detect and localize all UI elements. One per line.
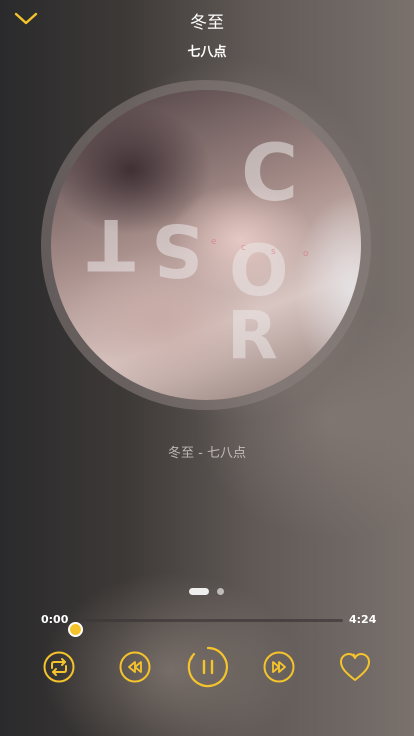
cover-letter-c: C xyxy=(241,129,298,219)
cover-small-mark: e xyxy=(211,237,217,247)
fast-forward-icon xyxy=(263,651,295,683)
repeat-icon xyxy=(43,651,75,683)
rewind-button[interactable] xyxy=(118,650,152,684)
favorite-button[interactable] xyxy=(338,650,372,684)
cover-letter-r: R xyxy=(227,297,278,374)
rewind-icon xyxy=(119,651,151,683)
cover-small-mark: s xyxy=(271,247,276,257)
page-dot-active[interactable] xyxy=(189,588,209,595)
total-time: 4:24 xyxy=(349,613,377,626)
progress-thumb[interactable] xyxy=(68,622,83,637)
song-title: 冬至 xyxy=(190,13,224,33)
cover-letter-s: S xyxy=(151,208,203,292)
progress-row: 0:00 4:24 xyxy=(0,610,414,637)
pause-icon xyxy=(187,646,228,688)
current-time: 0:00 xyxy=(41,613,69,626)
album-cover-artwork: C O R T S e c s o xyxy=(87,129,309,374)
music-player-screen: 冬至 七八点 C O R T S e c s o 冬至 - 七八点 0:00 4… xyxy=(0,0,414,736)
progress-track[interactable] xyxy=(68,619,343,637)
album-cover[interactable]: C O R T S e c s o xyxy=(51,90,361,400)
heart-icon xyxy=(340,653,370,681)
artist-name: 七八点 xyxy=(187,45,227,60)
cover-letter-t: T xyxy=(87,203,135,285)
page-indicator[interactable] xyxy=(188,588,228,596)
cover-small-mark: c xyxy=(241,243,246,253)
song-caption: 冬至 - 七八点 xyxy=(168,446,246,461)
pause-button[interactable] xyxy=(186,645,230,689)
repeat-button[interactable] xyxy=(42,650,76,684)
playback-controls xyxy=(0,640,414,694)
page-dot[interactable] xyxy=(217,588,224,595)
top-bar: 冬至 七八点 xyxy=(0,0,414,70)
cover-small-mark: o xyxy=(303,249,309,259)
fast-forward-button[interactable] xyxy=(262,650,296,684)
